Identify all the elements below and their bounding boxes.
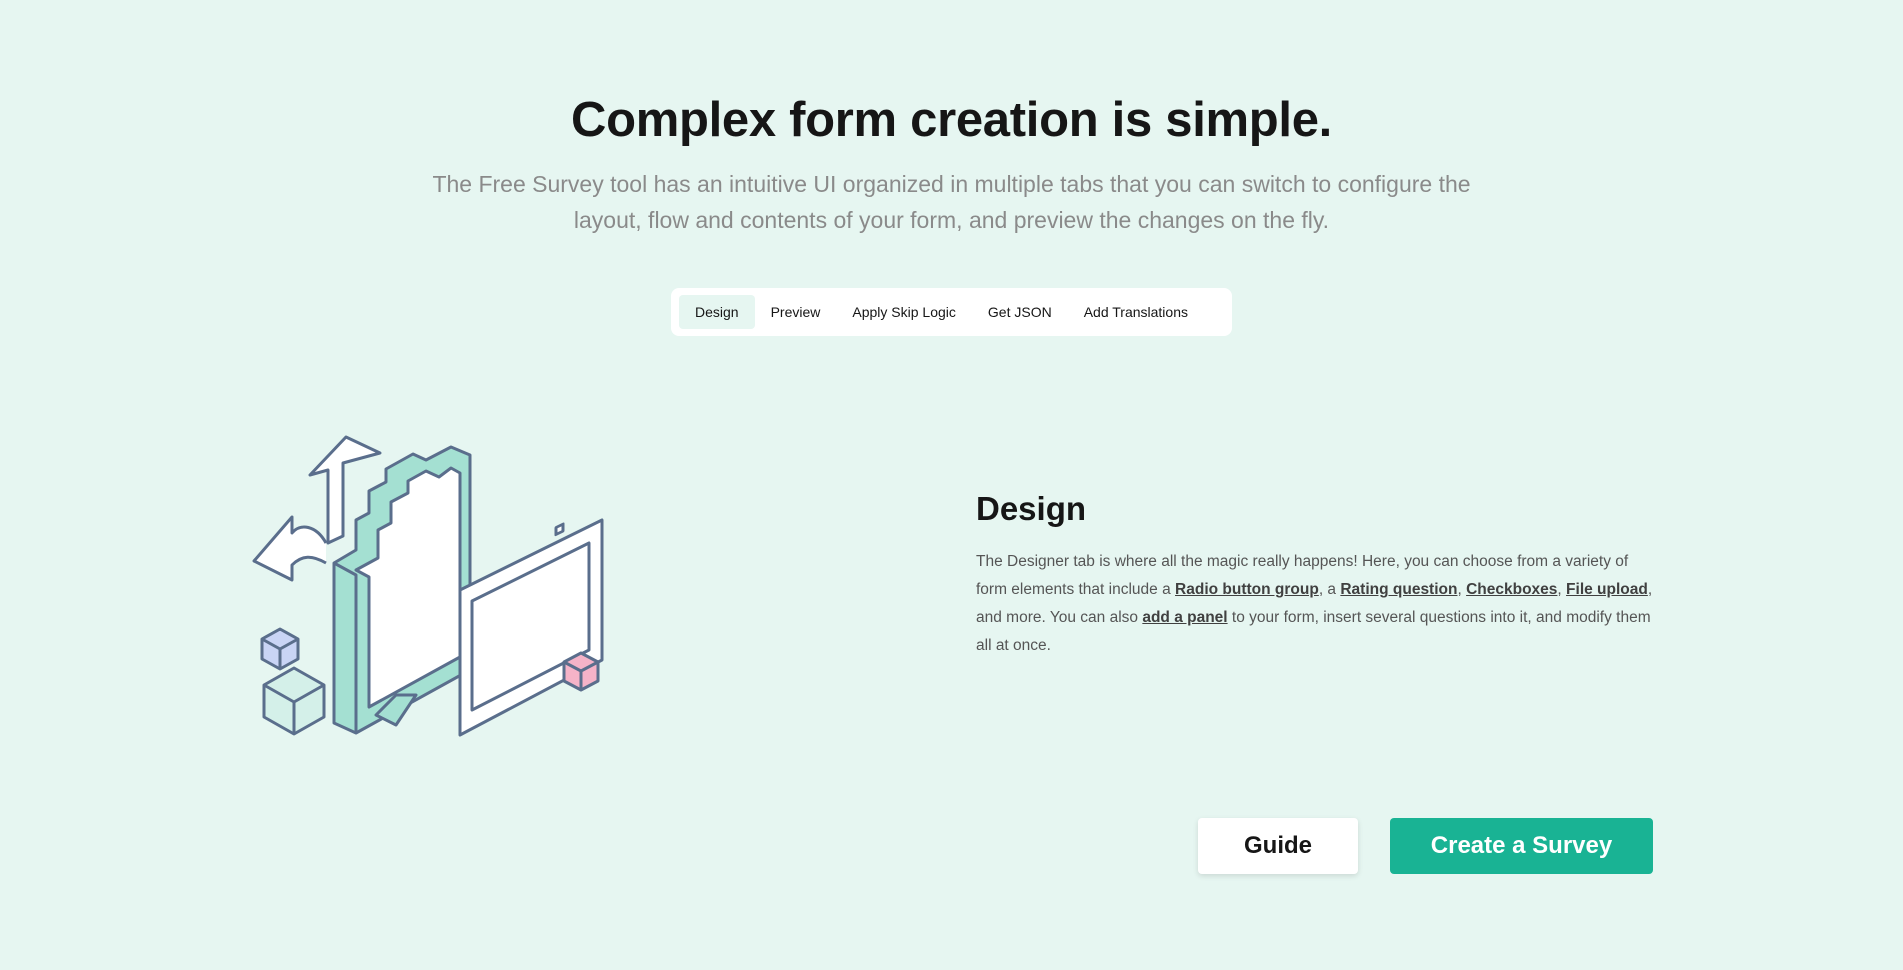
file-upload-link[interactable]: File upload (1566, 581, 1648, 598)
radio-button-group-link[interactable]: Radio button group (1175, 581, 1319, 598)
tab-design[interactable]: Design (679, 295, 755, 329)
form-designer-isometric-icon (252, 435, 604, 737)
description-text: , a (1318, 581, 1341, 598)
checkboxes-link[interactable]: Checkboxes (1466, 581, 1557, 598)
section-heading: Design (976, 490, 1087, 527)
page-subtitle: The Free Survey tool has an intuitive UI… (432, 171, 1471, 233)
tab-apply-skip-logic[interactable]: Apply Skip Logic (836, 295, 972, 329)
tab-bar: Design Preview Apply Skip Logic Get JSON… (671, 288, 1232, 336)
form-designer-illustration (246, 405, 616, 745)
tab-preview[interactable]: Preview (755, 295, 837, 329)
add-panel-link[interactable]: add a panel (1142, 609, 1227, 626)
tab-get-json[interactable]: Get JSON (972, 295, 1068, 329)
description-text: , (1557, 581, 1567, 598)
create-survey-button[interactable]: Create a Survey (1390, 818, 1653, 874)
section-description: The Designer tab is where all the magic … (976, 548, 1656, 660)
guide-button[interactable]: Guide (1198, 818, 1358, 874)
page-title: Complex form creation is simple. (570, 93, 1332, 147)
rating-question-link[interactable]: Rating question (1340, 581, 1457, 598)
tab-add-translations[interactable]: Add Translations (1068, 295, 1204, 329)
description-text: , (1457, 581, 1467, 598)
